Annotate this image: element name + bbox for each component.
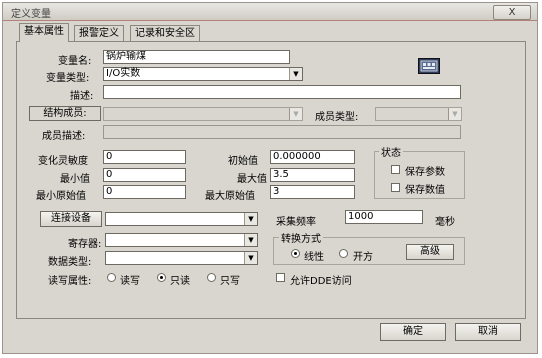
connect-device-button[interactable]: 连接设备	[40, 211, 102, 227]
linear-label: 线性	[304, 252, 324, 263]
max-raw-input[interactable]: 3	[270, 185, 355, 199]
desc-input[interactable]	[103, 85, 461, 99]
member-type-label: 成员类型:	[315, 112, 359, 123]
chevron-down-icon: ▼	[244, 213, 257, 225]
rw-label: 读写属性:	[48, 276, 92, 287]
max-raw-label: 最大原始值	[205, 191, 255, 202]
sample-label: 采集频率	[276, 217, 316, 228]
struct-member-button[interactable]: 结构成员:	[29, 106, 101, 121]
data-type-select[interactable]: ▼	[105, 251, 258, 265]
min-input[interactable]: 0	[103, 168, 186, 182]
var-name-input[interactable]: 锅炉输煤	[103, 50, 290, 64]
chevron-down-icon: ▼	[289, 68, 302, 80]
advanced-button[interactable]: 高级	[406, 244, 454, 260]
tab-log-security[interactable]: 记录和安全区	[130, 25, 200, 41]
data-type-label: 数据类型:	[48, 257, 92, 268]
status-title: 状态	[379, 144, 403, 159]
close-button[interactable]: X	[493, 5, 531, 20]
connect-device-select[interactable]: ▼	[105, 212, 258, 226]
init-input[interactable]: 0.000000	[270, 150, 355, 164]
save-values-label: 保存数值	[405, 185, 445, 196]
chevron-down-icon: ▼	[244, 252, 257, 264]
sample-input[interactable]: 1000	[345, 210, 423, 224]
max-input[interactable]: 3.5	[270, 168, 355, 182]
title-bar: 定义变量 X	[3, 3, 537, 21]
register-label: 寄存器:	[68, 239, 102, 250]
var-type-select[interactable]: I/O实数 ▼	[103, 67, 303, 81]
rw-readwrite-radio[interactable]	[107, 273, 116, 282]
member-desc-input[interactable]	[103, 125, 461, 139]
member-desc-label: 成员描述:	[42, 131, 86, 142]
rw-writeonly-label: 只写	[220, 276, 240, 287]
ok-button[interactable]: 确定	[380, 323, 446, 341]
tab-basic-properties[interactable]: 基本属性	[19, 23, 69, 42]
rw-readwrite-label: 读写	[120, 276, 140, 287]
sample-unit: 毫秒	[435, 217, 455, 228]
window-title: 定义变量	[11, 9, 51, 20]
var-type-label: 变量类型:	[46, 73, 90, 84]
var-type-value: I/O实数	[106, 68, 141, 79]
chevron-down-icon: ▼	[289, 108, 302, 120]
struct-member-select[interactable]: ▼	[103, 107, 303, 121]
allow-dde-checkbox[interactable]	[276, 273, 285, 282]
desc-label: 描述:	[70, 91, 94, 102]
allow-dde-label: 允许DDE访问	[290, 276, 352, 287]
min-label: 最小值	[60, 174, 90, 185]
rw-writeonly-radio[interactable]	[207, 273, 216, 282]
sqrt-radio[interactable]	[339, 249, 348, 258]
chevron-down-icon: ▼	[448, 108, 461, 120]
variable-icon	[418, 58, 440, 74]
cancel-button[interactable]: 取消	[455, 323, 521, 341]
chevron-down-icon: ▼	[244, 234, 257, 246]
max-label: 最大值	[237, 174, 267, 185]
min-raw-label: 最小原始值	[36, 191, 86, 202]
sqrt-label: 开方	[353, 252, 373, 263]
var-name-label: 变量名:	[58, 56, 92, 67]
save-values-checkbox[interactable]	[391, 183, 400, 192]
init-label: 初始值	[228, 156, 258, 167]
tab-alarm-definition[interactable]: 报警定义	[74, 25, 124, 41]
min-raw-input[interactable]: 0	[103, 185, 186, 199]
conversion-title: 转换方式	[279, 230, 323, 245]
rw-readonly-radio[interactable]	[157, 273, 166, 282]
sensitivity-input[interactable]: 0	[103, 150, 186, 164]
register-select[interactable]: ▼	[105, 233, 258, 247]
sensitivity-label: 变化灵敏度	[38, 156, 88, 167]
member-type-select[interactable]: ▼	[375, 107, 462, 121]
linear-radio[interactable]	[291, 249, 300, 258]
save-params-checkbox[interactable]	[391, 165, 400, 174]
rw-readonly-label: 只读	[170, 276, 190, 287]
save-params-label: 保存参数	[405, 167, 445, 178]
title-divider	[3, 20, 537, 21]
